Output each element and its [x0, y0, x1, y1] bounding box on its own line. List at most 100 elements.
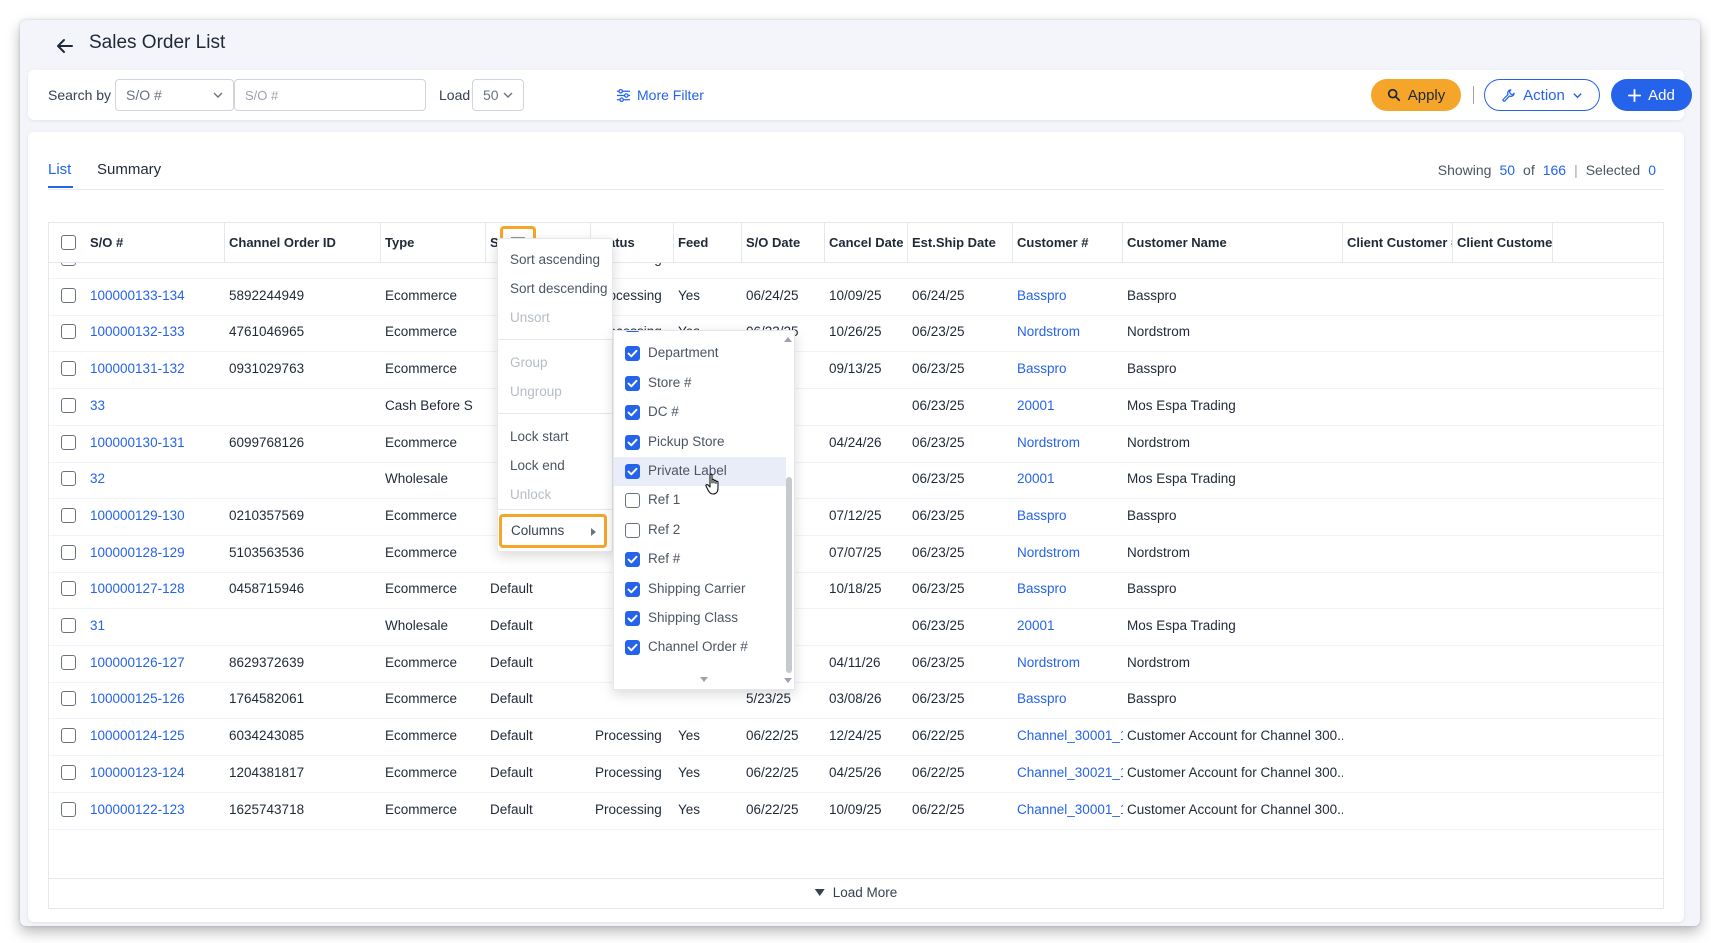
cell-so[interactable]: 100000123-124 [86, 753, 225, 793]
table-row[interactable]: 100000122-123 1625743718 Ecommerce Default P… [49, 790, 1663, 830]
column-option[interactable]: Store # [614, 369, 786, 398]
cell-customer-no[interactable]: Basspro [1013, 569, 1123, 609]
column-option[interactable]: Channel Order # [614, 633, 786, 662]
back-arrow-icon[interactable] [53, 34, 77, 58]
submenu-scrollbar[interactable] [786, 477, 792, 673]
cell-so[interactable]: 100000128-129 [86, 533, 225, 573]
column-option[interactable]: Ref 2 [614, 516, 786, 545]
cell-customer-no[interactable]: Basspro [1013, 276, 1123, 316]
row-checkbox[interactable] [61, 434, 76, 450]
menu-unsort[interactable]: Unsort [510, 310, 550, 325]
table-row[interactable]: 32Wholesale5/23/2506/23/2520001Mos Espa … [49, 459, 1663, 500]
row-checkbox[interactable] [61, 691, 76, 707]
column-header[interactable]: Cancel Date [825, 223, 908, 263]
column-option[interactable]: Ref # [614, 545, 786, 574]
column-option[interactable]: Department [614, 339, 786, 368]
menu-lock-start[interactable]: Lock start [510, 429, 569, 444]
row-checkbox[interactable] [61, 287, 76, 303]
cell-so[interactable]: 100000130-131 [86, 423, 225, 463]
table-row[interactable]: 100000133-134 5892244949 Ecommerce Processi… [49, 276, 1663, 316]
column-option[interactable]: Shipping Class [614, 604, 786, 633]
table-row[interactable]: 100000130-1316099768126Ecommerce5/23/250… [49, 423, 1663, 463]
column-header[interactable]: Type [381, 223, 486, 263]
cell-customer-no[interactable]: Basspro [1013, 496, 1123, 536]
search-input[interactable]: S/O # [234, 79, 426, 111]
row-checkbox[interactable] [61, 581, 76, 597]
column-header[interactable]: Customer # [1013, 223, 1123, 263]
menu-lock-end[interactable]: Lock end [510, 458, 565, 473]
cell-so[interactable]: 31 [86, 606, 225, 646]
more-filter-button[interactable]: More Filter [616, 87, 704, 103]
menu-sort-descending[interactable]: Sort descending [510, 281, 608, 296]
row-checkbox[interactable] [61, 654, 76, 670]
column-header[interactable]: Client Customer # [1343, 223, 1453, 263]
tab-summary[interactable]: Summary [97, 161, 161, 178]
menu-group[interactable]: Group [510, 355, 548, 370]
cell-customer-no[interactable]: Channel_30001_1( [1013, 716, 1123, 756]
checkbox-checked-icon[interactable] [625, 346, 640, 362]
checkbox-checked-icon[interactable] [625, 464, 640, 479]
column-header[interactable]: Feed [674, 223, 742, 263]
checkbox-checked-icon[interactable] [625, 581, 640, 597]
table-row[interactable]: 100000132-1334761046965EcommerceProcessi… [49, 312, 1663, 353]
cell-customer-no[interactable]: 20001 [1013, 386, 1123, 426]
checkbox-checked-icon[interactable] [625, 375, 640, 391]
table-row[interactable]: 100000127-1280458715946EcommerceDefault5… [49, 569, 1663, 610]
column-header[interactable]: Channel Order ID [225, 223, 381, 263]
column-option[interactable]: Pickup Store [614, 428, 786, 457]
cell-so[interactable]: 100000132-133 [86, 312, 225, 352]
checkbox-checked-icon[interactable] [625, 405, 640, 421]
checkbox-unchecked-icon[interactable] [625, 522, 640, 538]
row-checkbox[interactable] [61, 728, 76, 744]
scroll-more-icon[interactable] [700, 677, 708, 682]
cell-customer-no[interactable]: Nordstrom [1013, 312, 1123, 352]
table-row[interactable]: 100000123-124 1204381817 Ecommerce Default P… [49, 753, 1663, 793]
table-row[interactable]: 100000126-1278629372639EcommerceDefault5… [49, 643, 1663, 683]
checkbox-checked-icon[interactable] [625, 331, 640, 332]
cell-customer-no[interactable]: Channel_30021_1( [1013, 753, 1123, 793]
column-option[interactable]: Division [614, 331, 786, 339]
column-header[interactable]: Customer Name [1123, 223, 1343, 263]
checkbox-checked-icon[interactable] [625, 611, 640, 626]
apply-button[interactable]: Apply [1371, 79, 1461, 111]
cell-customer-no[interactable]: Basspro [1013, 679, 1123, 719]
table-row[interactable]: 100000131-1320931029763Ecommerce5/23/250… [49, 349, 1663, 390]
column-option[interactable]: DC # [614, 398, 786, 427]
action-button[interactable]: Action [1484, 79, 1600, 111]
cell-so[interactable]: 32 [86, 459, 225, 499]
row-checkbox[interactable] [61, 764, 76, 780]
row-checkbox[interactable] [61, 801, 76, 817]
cell-so[interactable]: 100000124-125 [86, 716, 225, 756]
cell-customer-no[interactable]: Channel_30001_1( [1013, 790, 1123, 830]
table-row[interactable]: 100000125-126 1764582061 Ecommerce Default 5… [49, 679, 1663, 720]
select-all-checkbox[interactable] [61, 235, 76, 250]
load-more-button[interactable]: Load More [814, 885, 897, 900]
row-checkbox[interactable] [61, 544, 76, 560]
tab-list[interactable]: List [48, 161, 71, 178]
row-checkbox[interactable] [61, 397, 76, 413]
column-header[interactable]: S/O Date [742, 223, 825, 263]
cell-so[interactable]: 100000131-132 [86, 349, 225, 389]
add-button[interactable]: Add [1611, 79, 1692, 111]
column-header[interactable]: S/O # [86, 223, 225, 263]
row-checkbox[interactable] [61, 471, 76, 487]
cell-so[interactable]: 33 [86, 386, 225, 426]
column-option[interactable]: Private Label [614, 457, 786, 486]
cell-so[interactable]: 100000125-126 [86, 679, 225, 719]
load-select[interactable]: 50 [472, 79, 524, 111]
column-option[interactable]: Shipping Carrier [614, 575, 786, 604]
cell-so[interactable]: 100000127-128 [86, 569, 225, 609]
cell-customer-no[interactable]: Nordstrom [1013, 423, 1123, 463]
column-option[interactable]: Ref 1 [614, 486, 786, 515]
checkbox-checked-icon[interactable] [625, 552, 640, 568]
row-checkbox[interactable] [61, 361, 76, 377]
cell-customer-no[interactable]: Basspro [1013, 349, 1123, 389]
cell-so[interactable]: 100000122-123 [86, 790, 225, 830]
checkbox-checked-icon[interactable] [625, 640, 640, 656]
column-header[interactable]: Client Customer [1453, 223, 1553, 263]
cell-so[interactable]: 100000126-127 [86, 643, 225, 683]
column-header[interactable]: Est.Ship Date [908, 223, 1013, 263]
cell-customer-no[interactable]: Nordstrom [1013, 643, 1123, 683]
scroll-down-icon[interactable] [784, 678, 792, 683]
checkbox-unchecked-icon[interactable] [625, 493, 640, 509]
